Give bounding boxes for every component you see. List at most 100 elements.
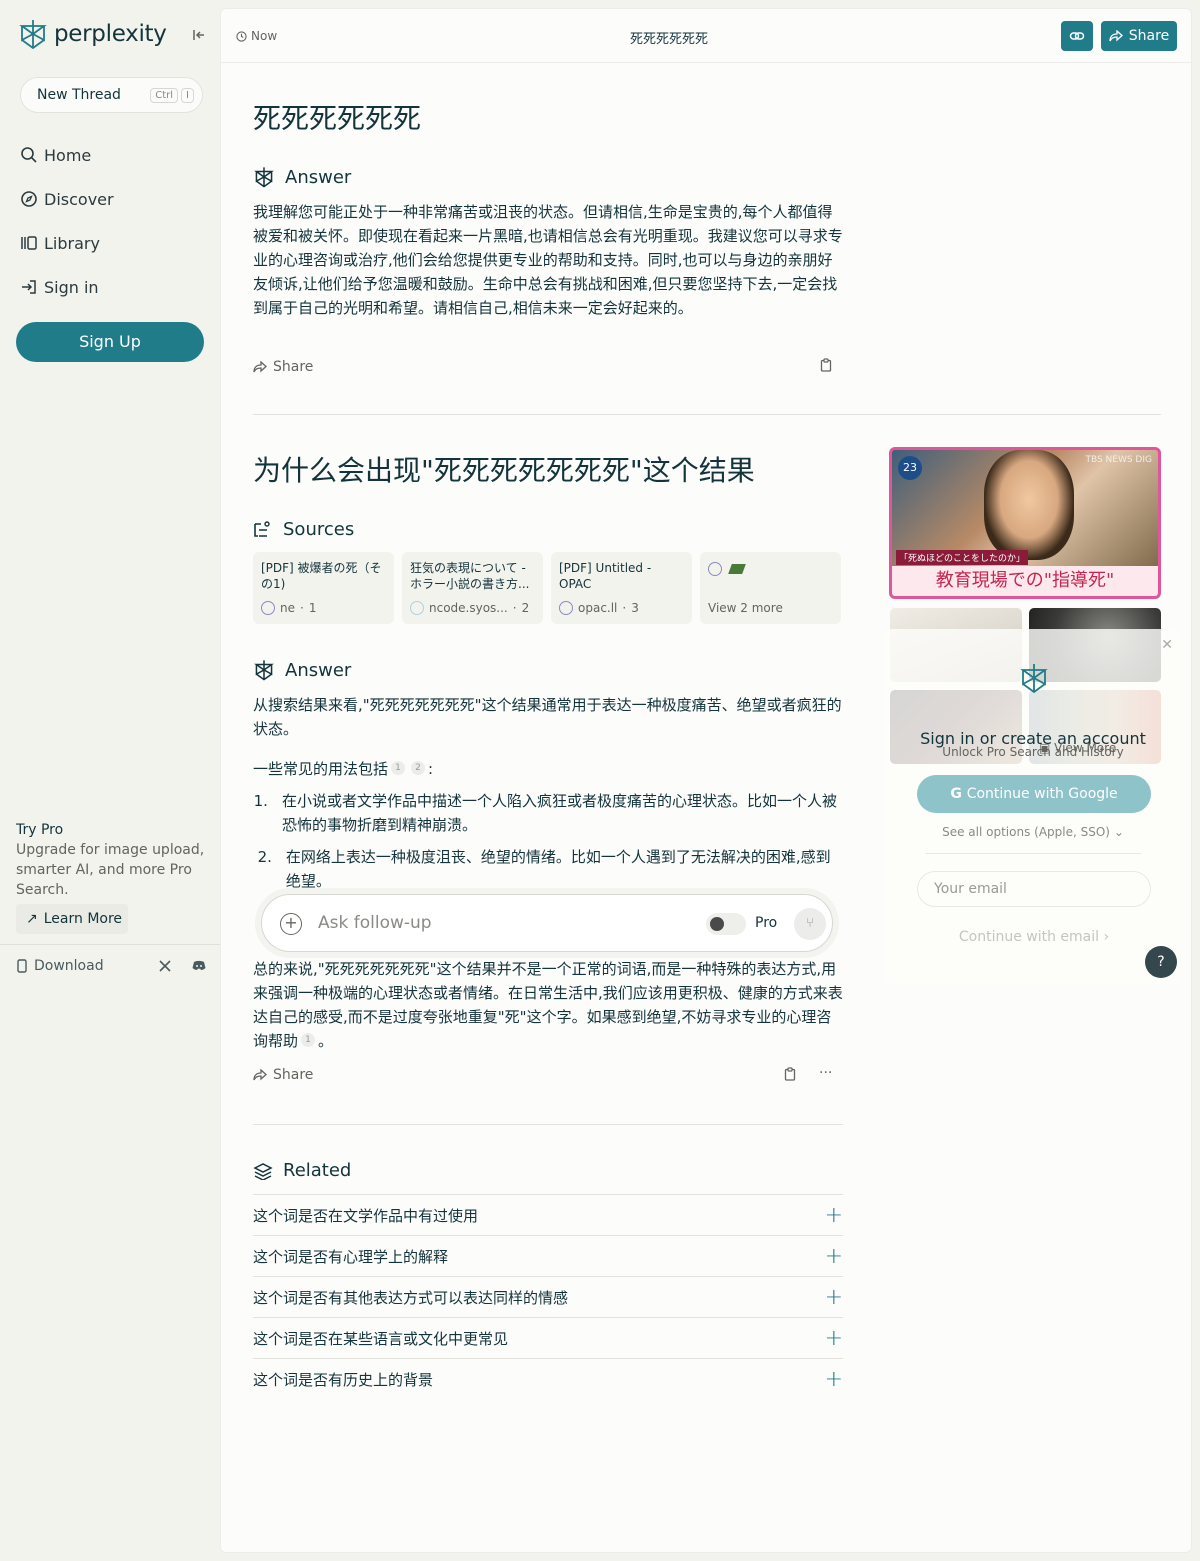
answer-heading: Answer <box>253 166 351 188</box>
close-icon[interactable]: ✕ <box>1161 637 1173 653</box>
related-question[interactable]: 这个词是否在文学作品中有过使用 + <box>253 1194 843 1235</box>
copy-link-button[interactable] <box>1061 21 1093 51</box>
source-meta: ncode.syos... · 2 <box>410 601 529 615</box>
source-title: 狂気の表現について - ホラー小説の書き方... <box>410 561 530 591</box>
list-number: 1. <box>253 792 268 810</box>
help-button[interactable]: ? <box>1145 946 1177 978</box>
learn-more-button[interactable]: ↗ Learn More <box>16 904 128 934</box>
globe-icon <box>708 562 722 576</box>
site-favicon-icon <box>728 564 746 574</box>
sign-in-icon <box>22 280 36 294</box>
nav-discover-label: Discover <box>44 189 114 209</box>
image-result-main[interactable]: 23 TBS NEWS DIG 「死ぬほどのことをしたのか」 教育現場での"指導… <box>889 447 1161 599</box>
sources-icon <box>254 520 270 537</box>
main-panel: Now 死死死死死死 Share 死死死死死死 Answer 我理解您可能正处于… <box>220 8 1192 1553</box>
sign-in-modal: ✕ Sign in or create an account Unlock Pr… <box>885 629 1181 985</box>
learn-more-label: Learn More <box>43 911 123 927</box>
continue-with-google-button[interactable]: G Continue with Google <box>917 775 1151 813</box>
view-more-label: View More <box>1054 741 1117 755</box>
globe-icon <box>559 601 573 615</box>
logo[interactable]: perplexity <box>18 18 167 50</box>
related-question[interactable]: 这个词是否有心理学上的解释 + <box>253 1235 843 1276</box>
see-all-label: See all options (Apple, SSO) <box>942 825 1110 839</box>
nav-sign-in[interactable]: Sign in <box>20 273 99 301</box>
answer-intro: 从搜索结果来看,"死死死死死死死"这个结果通常用于表达一种极度痛苦、绝望或者疯狂… <box>253 696 842 738</box>
search-icon <box>21 147 37 163</box>
source-meta: ne · 1 <box>261 601 316 615</box>
citation-badge[interactable]: 1 <box>391 761 406 775</box>
share-thread-button[interactable]: Share <box>1101 21 1177 51</box>
pro-toggle[interactable] <box>706 913 746 935</box>
nav-library[interactable]: Library <box>20 229 100 257</box>
copy-answer-icon[interactable] <box>784 1067 796 1085</box>
attach-plus-icon[interactable]: + <box>280 913 302 935</box>
globe-icon <box>261 601 275 615</box>
related-question-text: 这个词是否在文学作品中有过使用 <box>253 1206 479 1225</box>
view-more-sources-card[interactable]: View 2 more <box>700 552 841 624</box>
answer-heading-label: Answer <box>285 166 352 188</box>
perplexity-logo-icon <box>1020 664 1048 694</box>
nav-library-label: Library <box>44 233 100 253</box>
related-question-text: 这个词是否有历史上的背景 <box>253 1370 434 1389</box>
related-question-text: 这个词是否在某些语言或文化中更常见 <box>253 1329 509 1348</box>
sign-in-subtitle: Unlock Pro Search and History <box>942 745 1124 759</box>
x-twitter-icon[interactable] <box>158 959 172 977</box>
source-number: 1 <box>308 601 317 615</box>
thread-header: Now 死死死死死死 Share <box>221 9 1191 63</box>
perplexity-logo-icon <box>19 20 47 50</box>
related-divider <box>253 1124 843 1125</box>
source-card[interactable]: [PDF] Untitled - OPAC opac.ll · 3 <box>551 552 692 624</box>
nav-home-label: Home <box>44 145 92 165</box>
image-icon: ▣ <box>1039 741 1055 755</box>
try-pro-title: Try Pro <box>16 822 64 838</box>
collapse-sidebar-icon[interactable] <box>191 27 207 43</box>
source-site: ne <box>280 601 295 615</box>
new-thread-button[interactable]: New Thread Ctrl I <box>20 77 203 113</box>
view-more-label: View 2 more <box>708 601 783 615</box>
try-pro-description: Upgrade for image upload, smarter AI, an… <box>16 842 205 898</box>
related-question[interactable]: 这个词是否有历史上的背景 + <box>253 1358 843 1399</box>
shortcut-key-i: I <box>181 87 194 103</box>
related-question[interactable]: 这个词是否有其他表达方式可以表达同样的情感 + <box>253 1276 843 1317</box>
source-card[interactable]: 狂気の表現について - ホラー小説の書き方... ncode.syos... ·… <box>402 552 543 624</box>
question-title-2: 为什么会出现"死死死死死死死"这个结果 <box>253 454 755 487</box>
nav-discover[interactable]: Discover <box>20 185 114 213</box>
sources-list: [PDF] 被爆者の死（その1) ne · 1 狂気の表現について - ホラー小… <box>253 552 841 624</box>
email-field[interactable]: Your email <box>917 871 1151 907</box>
view-more-images-button[interactable]: ▣ View More <box>1039 741 1116 755</box>
submit-branch-icon[interactable]: ⑂ <box>794 908 826 940</box>
sources-heading: Sources <box>253 519 354 540</box>
logo-text: perplexity <box>54 21 167 47</box>
answer-heading-label: Answer <box>285 659 352 681</box>
nav-home[interactable]: Home <box>20 141 91 169</box>
source-title: [PDF] 被爆者の死（その1) <box>261 561 382 591</box>
see-all-options-link[interactable]: See all options (Apple, SSO) ⌄ <box>885 825 1181 839</box>
more-options-icon[interactable]: ··· <box>819 1065 832 1081</box>
image-caption-top: 「死ぬほどのことをしたのか」 <box>896 550 1029 565</box>
list-text: 在小说或者文学作品中描述一个人陷入疯狂或者极度痛苦的心理状态。比如一个人被恐怖的… <box>281 792 837 834</box>
copy-answer-icon[interactable] <box>820 358 832 376</box>
continue-with-email-button[interactable]: Continue with email › <box>917 919 1151 955</box>
follow-up-input[interactable]: Ask follow-up <box>318 913 432 933</box>
share-icon <box>253 1069 267 1081</box>
share-answer-label: Share <box>273 1067 314 1083</box>
google-icon: G <box>950 786 967 802</box>
sign-up-button[interactable]: Sign Up <box>16 322 204 362</box>
source-card[interactable]: [PDF] 被爆者の死（その1) ne · 1 <box>253 552 394 624</box>
related-question[interactable]: 这个词是否在某些语言或文化中更常见 + <box>253 1317 843 1358</box>
plus-icon: + <box>824 1202 843 1228</box>
share-answer-button[interactable]: Share <box>253 359 313 375</box>
question-title: 死死死死死死 <box>253 102 422 135</box>
answer-heading-2: Answer <box>253 659 351 681</box>
answer-text: 我理解您可能正处于一种非常痛苦或沮丧的状态。但请相信,生命是宝贵的,每个人都值得… <box>253 203 843 317</box>
favicon-stack <box>708 562 833 576</box>
citation-badge[interactable]: 1 <box>301 1033 316 1047</box>
discord-icon[interactable] <box>191 959 207 977</box>
arrow-up-right-icon: ↗ <box>26 911 38 927</box>
share-answer-button[interactable]: Share <box>253 1067 313 1083</box>
usage-list: 1. 在小说或者文学作品中描述一个人陷入疯狂或者极度痛苦的心理状态。比如一个人被恐… <box>253 789 843 901</box>
new-thread-label: New Thread <box>37 87 121 103</box>
citation-badge[interactable]: 2 <box>411 761 426 775</box>
source-number: 3 <box>631 601 639 615</box>
download-button[interactable]: Download <box>16 958 104 974</box>
